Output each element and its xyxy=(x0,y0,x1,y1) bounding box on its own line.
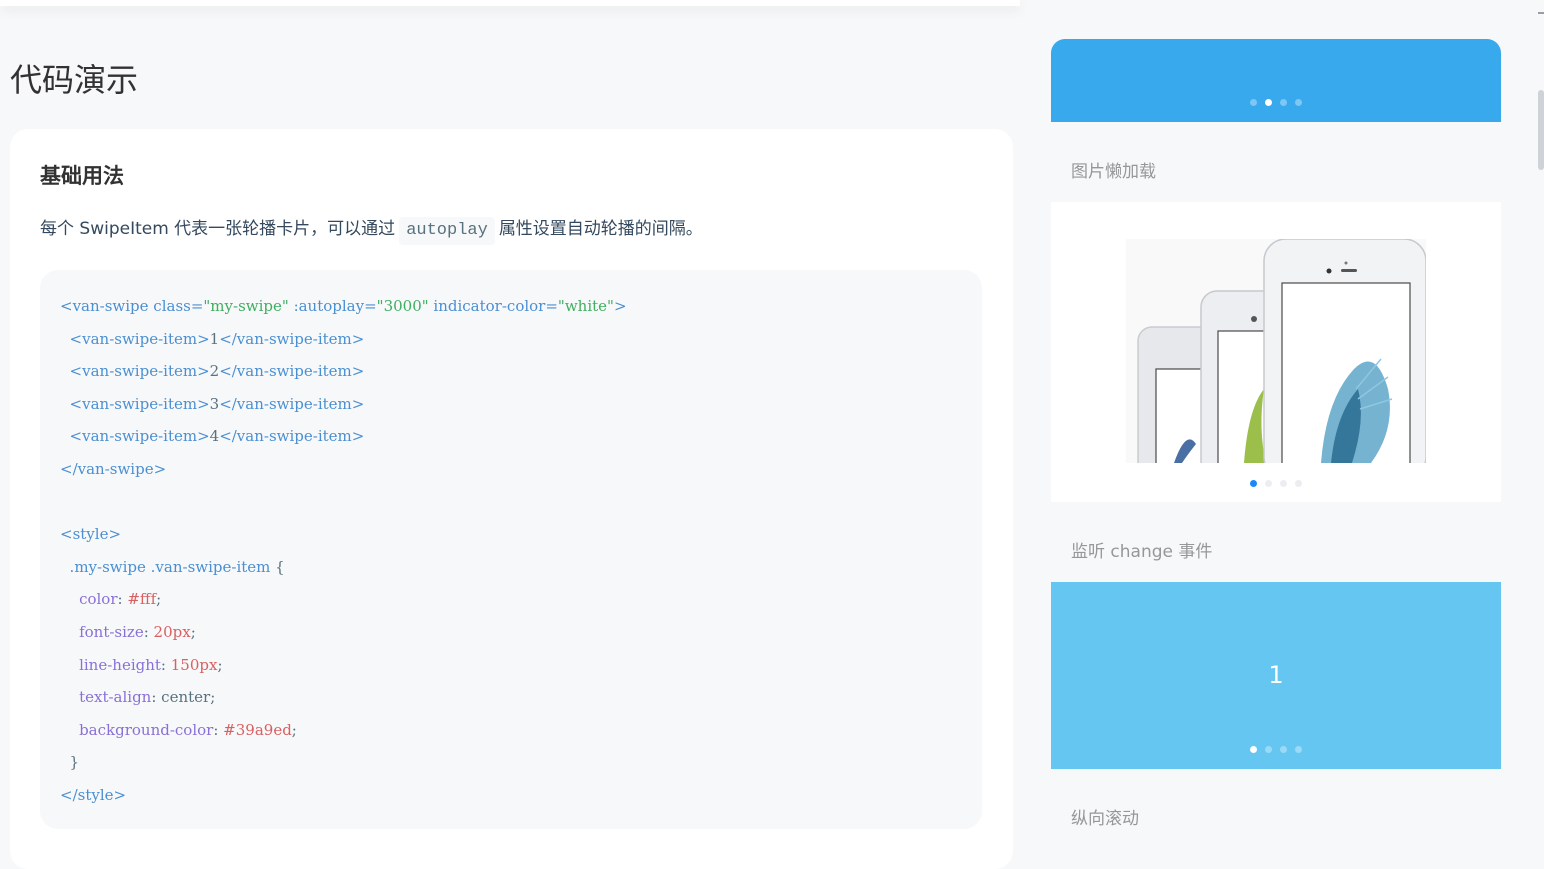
code-token: { xyxy=(270,557,285,576)
scroll-up-icon[interactable] xyxy=(1538,12,1544,18)
code-token: :autoplay= xyxy=(288,297,377,315)
desc-text-before: 每个 SwipeItem 代表一张轮播卡片，可以通过 xyxy=(40,219,396,239)
code-token: 1 xyxy=(209,329,220,348)
code-token: 150px xyxy=(170,655,218,674)
mobile-preview-panel: 图片懒加载 监听 change 事件 1 纵向滚动 xyxy=(1051,39,1501,839)
code-token: #fff xyxy=(127,590,157,609)
code-token: <van-swipe-item> xyxy=(69,394,210,413)
code-token: .my-swipe .van-swipe-item xyxy=(69,557,271,576)
code-token: </van-swipe-item> xyxy=(219,427,365,446)
top-header-bar xyxy=(0,0,1020,6)
code-token: </van-swipe-item> xyxy=(219,329,365,348)
indicator-dot[interactable] xyxy=(1265,480,1272,487)
code-line: text-align: center; xyxy=(79,688,216,707)
code-token: 4 xyxy=(209,427,220,446)
code-line: line-height: 150px; xyxy=(79,655,223,674)
change-event-swipe[interactable]: 1 xyxy=(1051,582,1501,769)
code-token: <van-swipe xyxy=(60,297,149,315)
code-line: .my-swipe .van-swipe-item { xyxy=(60,551,962,584)
code-token: </van-swipe> xyxy=(60,459,167,478)
indicator-dot[interactable] xyxy=(1280,746,1287,753)
indicator-dot[interactable] xyxy=(1295,746,1302,753)
indicator-dot[interactable] xyxy=(1295,99,1302,106)
code-line: <van-swipe-item>3</van-swipe-item> xyxy=(60,388,962,421)
inline-code-autoplay: autoplay xyxy=(399,217,495,245)
swipe-indicators xyxy=(1051,480,1501,487)
section-description: 每个 SwipeItem 代表一张轮播卡片，可以通过 autoplay 属性设置自动… xyxy=(40,213,703,245)
code-token: 20px xyxy=(153,622,191,641)
code-token: text-align xyxy=(79,688,152,707)
code-token: "white" xyxy=(557,297,614,315)
code-token: "3000" xyxy=(376,297,429,315)
code-token: <style> xyxy=(60,525,122,544)
code-token: class= xyxy=(148,297,204,315)
code-line: <van-swipe-item>1</van-swipe-item> xyxy=(60,323,962,356)
code-token: color xyxy=(79,590,118,609)
code-line: <style> xyxy=(60,518,962,551)
code-token: #39a9ed xyxy=(223,720,292,739)
indicator-dot[interactable] xyxy=(1265,746,1272,753)
code-token: "my-swipe" xyxy=(203,297,289,315)
lazy-load-swipe[interactable] xyxy=(1051,202,1501,502)
code-token: </van-swipe-item> xyxy=(219,362,365,381)
vertical-scroll-title: 纵向滚动 xyxy=(1071,809,1139,829)
demo-doc-card: 基础用法 每个 SwipeItem 代表一张轮播卡片，可以通过 autoplay 属… xyxy=(10,129,1013,869)
change-event-title: 监听 change 事件 xyxy=(1071,542,1213,562)
indicator-dot[interactable] xyxy=(1250,99,1257,106)
lazy-load-title: 图片懒加载 xyxy=(1071,162,1156,182)
code-line: } xyxy=(60,746,962,779)
code-line: color: #fff; xyxy=(79,590,162,609)
code-token: 2 xyxy=(209,362,220,381)
phone-image xyxy=(1126,239,1426,463)
page-scrollbar[interactable] xyxy=(1538,90,1544,170)
code-line: <van-swipe class="my-swipe" :autoplay="3… xyxy=(60,290,962,323)
swipe-indicators xyxy=(1051,99,1501,106)
section-title: 基础用法 xyxy=(40,164,124,188)
indicator-dot[interactable] xyxy=(1295,480,1302,487)
indicator-dot[interactable] xyxy=(1280,480,1287,487)
code-line: <van-swipe-item>2</van-swipe-item> xyxy=(60,355,962,388)
indicator-dot-active[interactable] xyxy=(1265,99,1272,106)
swipe-indicators xyxy=(1051,746,1501,753)
code-token: 3 xyxy=(209,394,220,413)
indicator-dot-active[interactable] xyxy=(1250,746,1257,753)
indicator-dot-active[interactable] xyxy=(1250,480,1257,487)
code-line: <van-swipe-item>4</van-swipe-item> xyxy=(60,420,962,453)
code-token: center xyxy=(161,688,211,707)
code-token: </style> xyxy=(60,785,127,804)
desc-text-after: 属性设置自动轮播的间隔。 xyxy=(498,219,703,239)
code-token: <van-swipe-item> xyxy=(69,427,210,446)
code-line: </van-swipe> xyxy=(60,453,962,486)
code-line: font-size: 20px; xyxy=(79,622,196,641)
code-token: line-height xyxy=(79,655,161,674)
code-token: > xyxy=(613,297,627,315)
code-token: background-color xyxy=(79,720,214,739)
code-token: } xyxy=(69,753,80,772)
code-line: </style> xyxy=(60,779,962,812)
indicator-dot[interactable] xyxy=(1280,99,1287,106)
code-token: font-size xyxy=(79,622,144,641)
code-block[interactable]: <van-swipe class="my-swipe" :autoplay="3… xyxy=(40,270,982,829)
page-title: 代码演示 xyxy=(10,61,139,99)
code-token: indicator-color= xyxy=(428,297,558,315)
swipe-item-number: 1 xyxy=(1268,661,1284,689)
code-token: </van-swipe-item> xyxy=(219,394,365,413)
code-token: <van-swipe-item> xyxy=(69,329,210,348)
code-line: background-color: #39a9ed; xyxy=(79,720,297,739)
basic-swipe[interactable] xyxy=(1051,39,1501,122)
code-token: <van-swipe-item> xyxy=(69,362,210,381)
